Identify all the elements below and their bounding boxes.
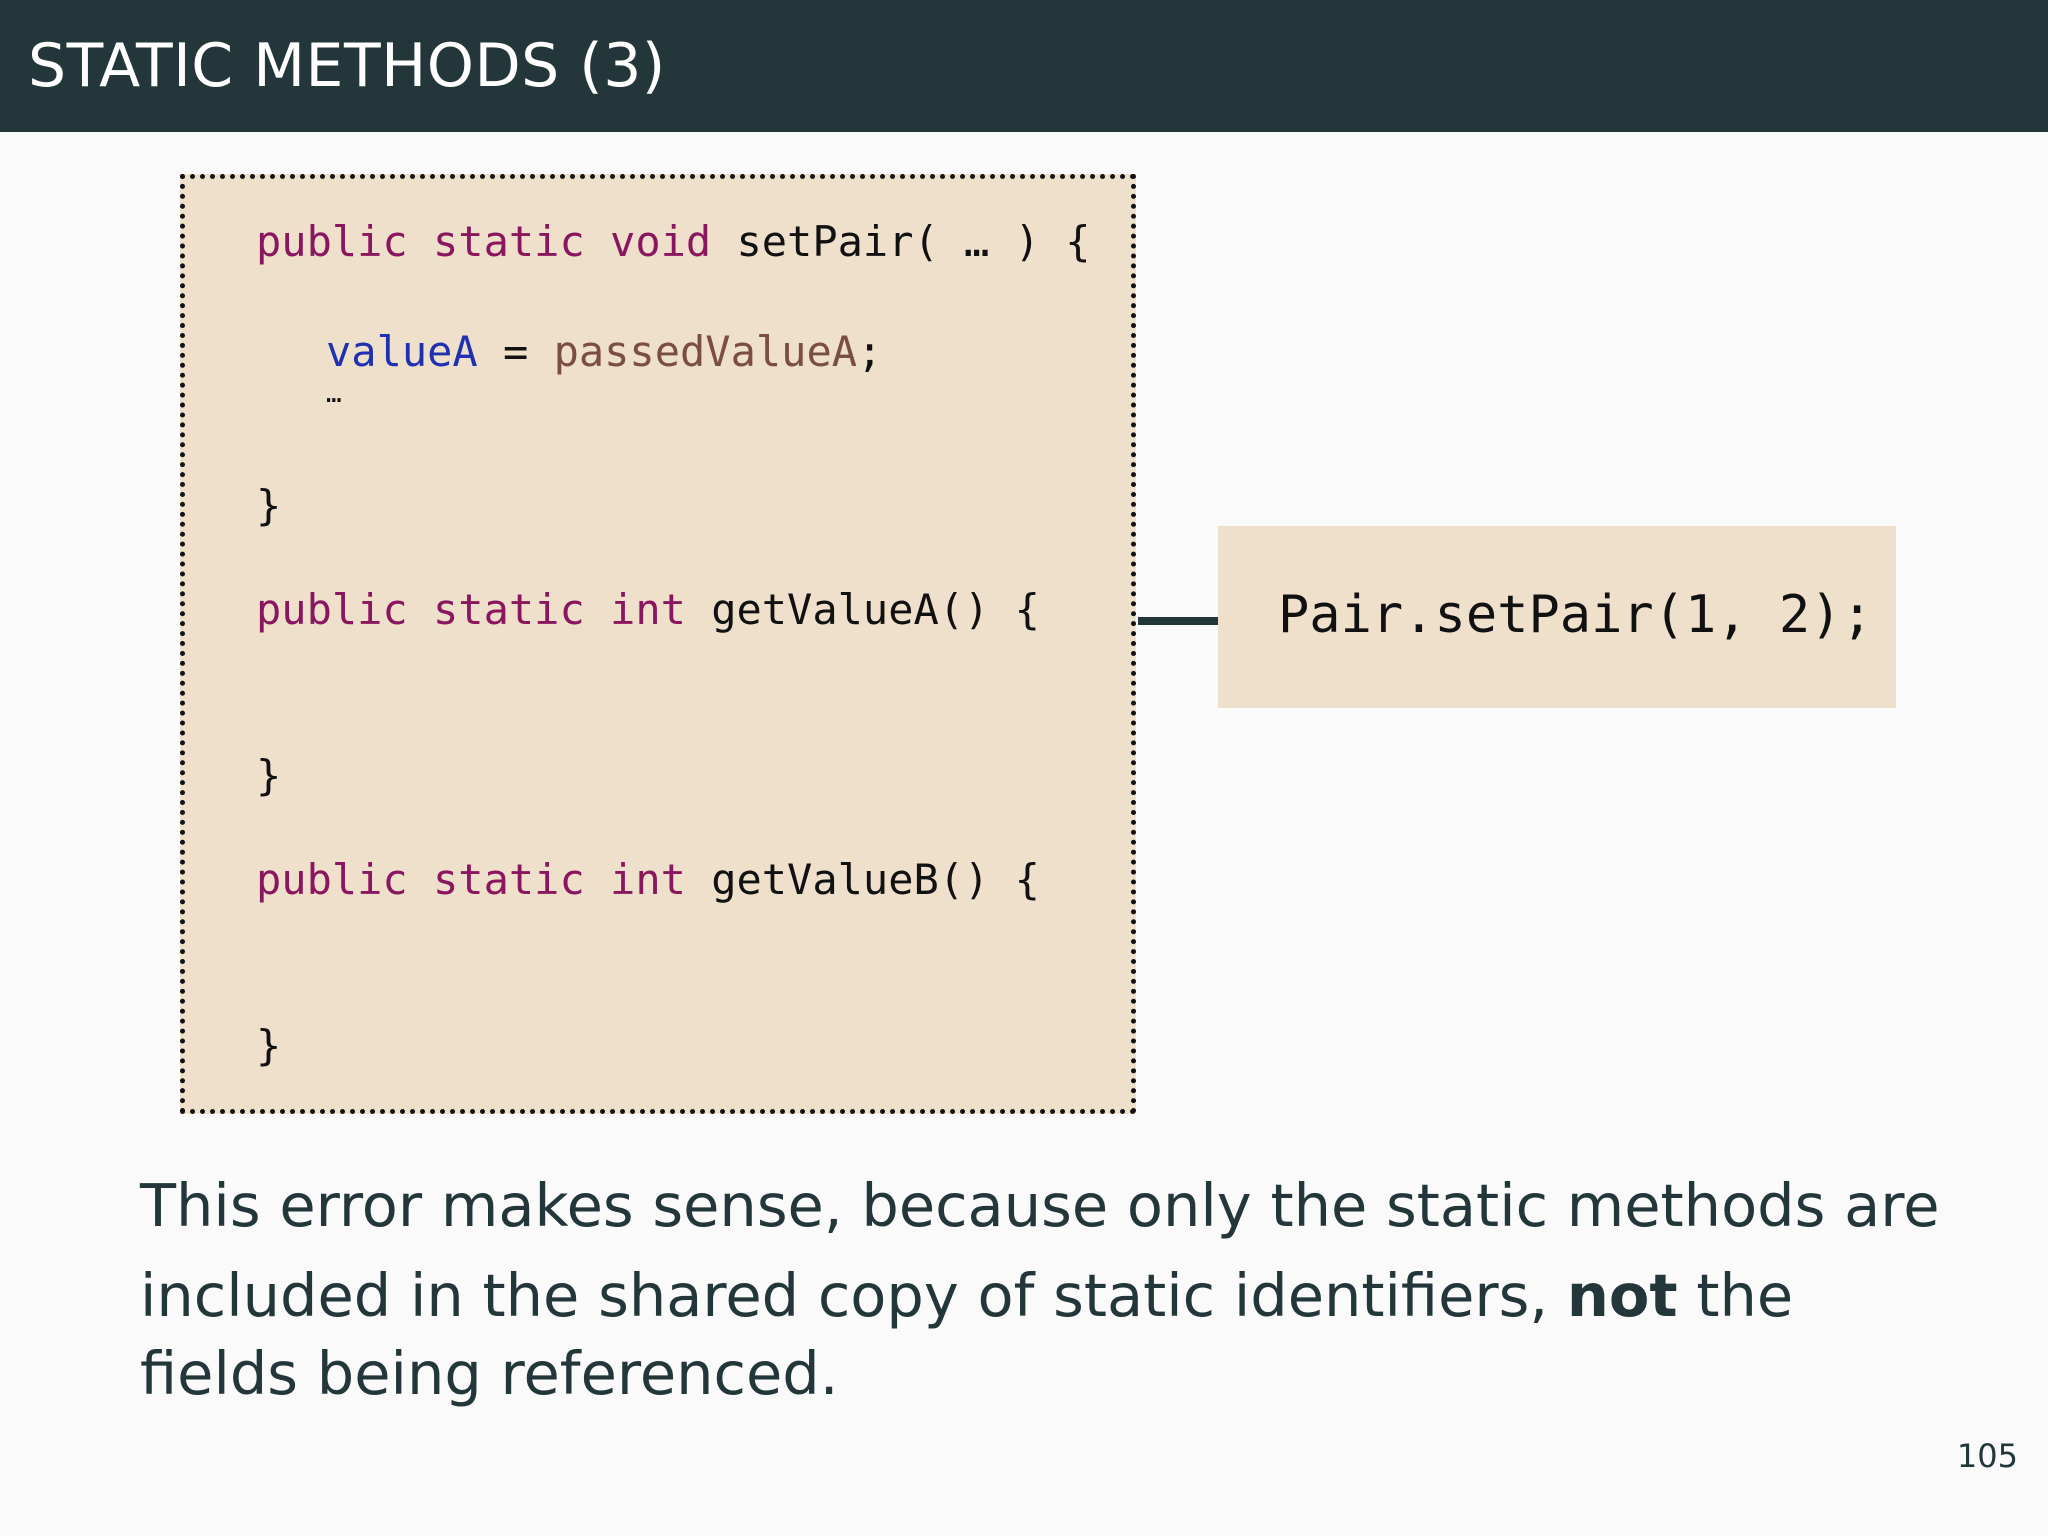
keyword-public: public	[256, 855, 408, 904]
page-number: 105	[1956, 1437, 2018, 1475]
explanation-line-1: This error makes sense, because only the…	[140, 1171, 1940, 1240]
param-passedvaluea: passedValueA	[553, 327, 858, 376]
code-line-close-brace-1: }	[256, 481, 282, 530]
slide-title: STATIC METHODS (3)	[28, 31, 666, 101]
explanation-line-3: fields being referenced.	[140, 1339, 839, 1408]
field-valuea: valueA	[326, 327, 478, 376]
keyword-void: void	[610, 217, 712, 266]
code-line-setpair-signature: public static void setPair( … ) {	[256, 217, 1091, 267]
keyword-public: public	[256, 217, 408, 266]
keyword-int: int	[610, 855, 686, 904]
semicolon: ;	[857, 327, 883, 376]
code-line-ellipsis: …	[326, 379, 342, 409]
explanation-line-2: included in the shared copy of static id…	[140, 1256, 2000, 1334]
code-line-getvalueb-signature: public static int getValueB() {	[256, 855, 1040, 905]
keyword-static: static	[433, 855, 585, 904]
method-setpair: setPair( … ) {	[736, 217, 1091, 266]
explanation-line-2-end: the	[1677, 1261, 1794, 1330]
code-line-close-brace-2: }	[256, 751, 282, 800]
explanation-line-2-start: included in the shared copy of static id…	[140, 1261, 1567, 1330]
keyword-int: int	[610, 585, 686, 634]
keyword-public: public	[256, 585, 408, 634]
explanation-text: This error makes sense, because only the…	[140, 1166, 2000, 1414]
method-getvaluea: getValueA() {	[711, 585, 1040, 634]
code-line-close-brace-3: }	[256, 1021, 282, 1070]
method-call-code: Pair.setPair(1, 2);	[1278, 585, 1873, 645]
code-line-getvaluea-signature: public static int getValueA() {	[256, 585, 1040, 635]
code-line-assignment: valueA = passedValueA;	[326, 327, 882, 377]
keyword-static: static	[433, 217, 585, 266]
emphasis-not: not	[1566, 1261, 1678, 1330]
method-call-box: Pair.setPair(1, 2);	[1218, 526, 1896, 708]
method-getvalueb: getValueB() {	[711, 855, 1040, 904]
assign-operator: =	[477, 327, 554, 376]
keyword-static: static	[433, 585, 585, 634]
code-block: public static void setPair( … ) { valueA…	[180, 174, 1136, 1114]
